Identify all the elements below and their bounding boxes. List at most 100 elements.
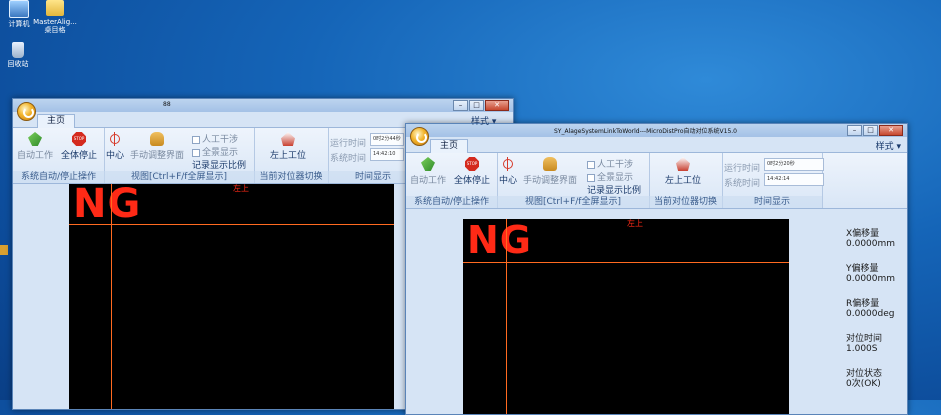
desktop-icon-label: MasterAlig... 桌目格 (33, 18, 77, 34)
group-label: 当前对位器切换 (649, 196, 722, 208)
chevron-down-icon: ▾ (896, 142, 901, 152)
folder-icon (46, 0, 64, 16)
desktop-icon-label: 回收站 (7, 60, 29, 68)
manual-adjust-button[interactable]: 手动调整界面 (130, 132, 184, 161)
camera-view[interactable]: NG 左上 (463, 219, 789, 414)
desktop-icon-recycle-bin[interactable]: 回收站 (0, 42, 43, 68)
manual-adjust-label: 手动调整界面 (523, 176, 578, 186)
stop-icon: STOP (72, 132, 86, 146)
content-area: NG 左上 X偏移量 0.0000mm Y偏移量 0.0000mm R偏移量 0… (406, 209, 907, 414)
ng-result: NG (467, 219, 532, 262)
alignment-info-panel: X偏移量 0.0000mm Y偏移量 0.0000mm R偏移量 0.0000d… (846, 229, 895, 404)
auto-work-button[interactable]: 自动工作 (410, 157, 446, 186)
group-system: 自动工作 STOP 全体停止 系统自动/停止操作 (13, 128, 105, 183)
desktop-icon-masteralign[interactable]: MasterAlig... 桌目格 (30, 0, 80, 34)
hand-icon (150, 132, 164, 146)
crosshair-vertical (111, 184, 112, 409)
manual-interfere-checkbox[interactable]: 人工干涉 (587, 157, 633, 170)
center-label: 中心 (106, 151, 125, 161)
crosshair-icon (501, 157, 515, 171)
checkbox-label: 人工干涉 (597, 160, 634, 170)
group-view: 中心 手动调整界面 人工干涉 全景显示 记录显示比例 视图[Ctrl+F/f全屏… (104, 128, 255, 183)
checkbox-label: 全景显示 (202, 148, 239, 158)
group-label: 时间显示 (722, 196, 822, 208)
window-title: 88 (163, 101, 171, 108)
chevron-down-icon: ▾ (491, 117, 497, 127)
y-offset-label: Y偏移量 (846, 264, 879, 274)
minimize-button[interactable]: – (453, 100, 468, 111)
record-ratio-button[interactable]: 记录显示比例 (587, 183, 641, 196)
r-offset-value: 0.0000deg (846, 309, 895, 319)
auto-work-button[interactable]: 自动工作 (17, 132, 53, 161)
upper-left-station-button[interactable]: 左上工位 (270, 132, 306, 161)
group-time: 运行时间 0时2分20秒 系统时间 14:42:14 时间显示 (722, 153, 824, 208)
align-time-value: 1.000S (846, 344, 878, 354)
auto-work-label: 自动工作 (410, 176, 447, 186)
full-display-checkbox[interactable]: 全景显示 (587, 170, 633, 183)
record-ratio-label: 记录显示比例 (587, 186, 642, 196)
all-stop-label: 全体停止 (454, 176, 491, 186)
computer-icon (9, 0, 29, 18)
center-button[interactable]: 中心 (499, 157, 517, 186)
record-ratio-button[interactable]: 记录显示比例 (192, 158, 246, 171)
system-time-label: 系统时间 (330, 154, 367, 164)
run-time-value: 0时2分20秒 (764, 158, 824, 171)
align-state-value: 0次(OK) (846, 379, 881, 389)
group-system: 自动工作 STOP 全体停止 系统自动/停止操作 (406, 153, 498, 208)
all-stop-label: 全体停止 (61, 151, 98, 161)
group-aligner: 左上工位 当前对位器切换 (649, 153, 723, 208)
group-label: 系统自动/停止操作 (406, 196, 497, 208)
manual-interfere-checkbox[interactable]: 人工干涉 (192, 132, 238, 145)
app-orb-icon[interactable] (17, 102, 36, 121)
checkbox-label: 全景显示 (597, 173, 634, 183)
window1-style-menu[interactable]: 样式 ▾ (471, 114, 935, 127)
style-menu-label: 样式 (875, 142, 894, 152)
stop-icon: STOP (465, 157, 479, 171)
style-menu-label: 样式 (471, 117, 490, 127)
system-time-value: 14:42:14 (764, 173, 824, 186)
app-orb-icon[interactable] (410, 127, 429, 146)
run-time-label: 运行时间 (724, 164, 761, 174)
manual-adjust-button[interactable]: 手动调整界面 (523, 157, 577, 186)
group-label: 当前对位器切换 (254, 171, 328, 183)
recycle-bin-icon (12, 42, 24, 58)
y-offset-value: 0.0000mm (846, 274, 896, 284)
station-icon (281, 132, 295, 146)
group-view: 中心 手动调整界面 人工干涉 全景显示 记录显示比例 视图[Ctrl+F/f全屏… (497, 153, 650, 208)
offscreen-icon-fragment (0, 245, 8, 255)
ng-result: NG (73, 184, 142, 227)
tab-main[interactable]: 主页 (37, 114, 75, 128)
align-state-label: 对位状态 (846, 369, 883, 379)
title-bar[interactable]: 88 – □ ✕ (13, 99, 513, 112)
station-label: 左上工位 (665, 176, 702, 186)
upper-left-station-button[interactable]: 左上工位 (665, 157, 701, 186)
camera-view[interactable]: NG 左上 (69, 184, 394, 409)
group-aligner: 左上工位 当前对位器切换 (254, 128, 329, 183)
corner-label: 左上 (627, 219, 643, 228)
center-button[interactable]: 中心 (106, 132, 124, 161)
record-ratio-label: 记录显示比例 (192, 161, 247, 171)
corner-label: 左上 (233, 184, 249, 193)
full-display-checkbox[interactable]: 全景显示 (192, 145, 238, 158)
crosshair-vertical (506, 219, 507, 414)
center-label: 中心 (499, 176, 518, 186)
manual-adjust-label: 手动调整界面 (130, 151, 185, 161)
r-offset-label: R偏移量 (846, 299, 880, 309)
auto-work-label: 自动工作 (17, 151, 54, 161)
all-stop-button[interactable]: STOP 全体停止 (61, 132, 97, 161)
x-offset-value: 0.0000mm (846, 239, 896, 249)
group-label: 系统自动/停止操作 (13, 171, 104, 183)
ribbon: 自动工作 STOP 全体停止 系统自动/停止操作 中心 手动调整界面 人工干涉 … (406, 153, 907, 209)
all-stop-button[interactable]: STOP 全体停止 (454, 157, 490, 186)
system-time-label: 系统时间 (724, 179, 761, 189)
checkbox-label: 人工干涉 (202, 135, 239, 145)
style-menu[interactable]: 样式 ▾ (876, 139, 901, 152)
group-label: 视图[Ctrl+F/f全屏显示] (104, 171, 254, 183)
system-time-value: 14:42:10 (370, 148, 404, 161)
close-button[interactable]: ✕ (485, 100, 509, 111)
maximize-button[interactable]: □ (469, 100, 484, 111)
hand-icon (543, 157, 557, 171)
station-label: 左上工位 (270, 151, 307, 161)
tab-main[interactable]: 主页 (430, 139, 468, 153)
x-offset-label: X偏移量 (846, 229, 880, 239)
